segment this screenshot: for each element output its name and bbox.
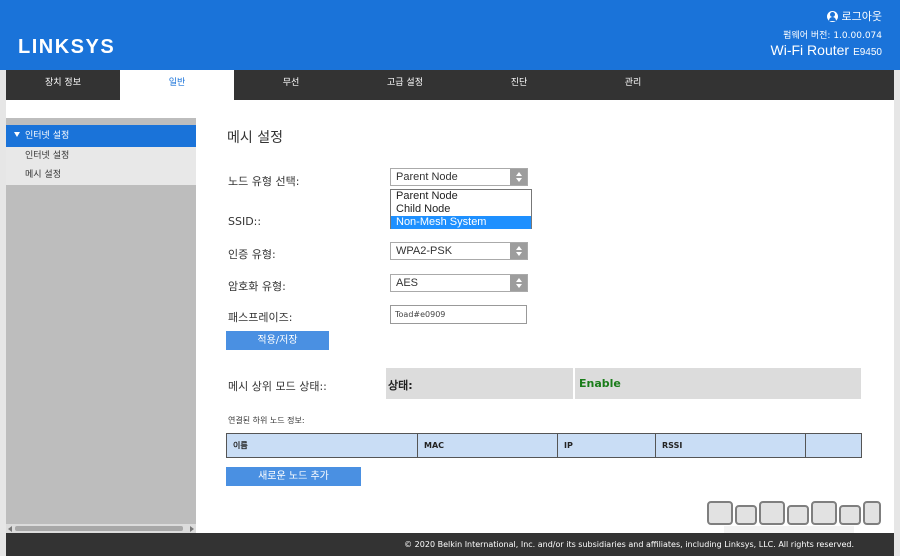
logout-label: 로그아웃 <box>841 10 882 23</box>
tab-wireless[interactable]: 무선 <box>234 70 348 100</box>
status-key: 상태: <box>388 379 413 392</box>
tab-general[interactable]: 일반 <box>120 70 234 100</box>
page-title: 메시 설정 <box>227 130 283 146</box>
apply-save-button[interactable]: 적용/저장 <box>226 331 329 350</box>
linksys-logo: LINKSYS <box>18 36 116 58</box>
sidebar-item-internet[interactable]: 인터넷 설정 <box>6 147 196 166</box>
node-type-dropdown: Parent Node Child Node Non-Mesh System <box>390 189 532 229</box>
child-node-info-label: 연결된 하위 노드 정보: <box>228 416 305 425</box>
firmware-version: 펌웨어 버전: 1.0.00.074 <box>783 31 882 41</box>
sidebar-section-label: 인터넷 설정 <box>25 131 70 141</box>
col-ip: IP <box>558 434 656 457</box>
child-node-table: 이름 MAC IP RSSI <box>226 433 862 458</box>
header: LINKSYS 로그아웃 펌웨어 버전: 1.0.00.074 Wi-Fi Ro… <box>0 0 900 70</box>
sidebar: 인터넷 설정 인터넷 설정 메시 설정 <box>6 118 196 533</box>
encryption-value: AES <box>396 277 419 289</box>
main-panel: 메시 설정 노드 유형 선택: Parent Node Parent Node … <box>196 118 894 533</box>
status-divider <box>573 368 575 399</box>
sidebar-section-internet[interactable]: 인터넷 설정 <box>6 125 196 147</box>
status-value: Enable <box>579 377 621 390</box>
add-node-button[interactable]: 새로운 노드 추가 <box>226 467 361 486</box>
encryption-select[interactable]: AES <box>390 274 528 292</box>
encryption-label: 암호화 유형: <box>228 280 286 293</box>
router-model: Wi-Fi Router E9450 <box>771 42 882 58</box>
ssid-label: SSID:: <box>228 215 262 228</box>
logout-link[interactable]: 로그아웃 <box>826 8 882 24</box>
passphrase-label: 패스프레이즈: <box>228 311 293 324</box>
option-non-mesh-system[interactable]: Non-Mesh System <box>391 216 531 229</box>
select-arrows-icon <box>510 169 527 185</box>
model-name: Wi-Fi Router <box>770 42 850 58</box>
model-number: E9450 <box>853 47 882 58</box>
sub-strip <box>6 100 894 118</box>
tab-admin[interactable]: 관리 <box>576 70 690 100</box>
footer-copyright: © 2020 Belkin International, Inc. and/or… <box>6 533 894 556</box>
col-action <box>806 434 861 457</box>
sidebar-item-mesh[interactable]: 메시 설정 <box>6 166 196 185</box>
scroll-thumb[interactable] <box>15 526 183 531</box>
node-type-select[interactable]: Parent Node <box>390 168 528 186</box>
mesh-status-label: 메시 상위 모드 상태:: <box>228 380 327 393</box>
select-arrows-icon <box>510 275 527 291</box>
col-rssi: RSSI <box>656 434 806 457</box>
passphrase-input[interactable]: Toad#e0909 <box>390 305 527 324</box>
chevron-down-icon <box>14 132 20 137</box>
auth-type-select[interactable]: WPA2-PSK <box>390 242 528 260</box>
main-nav: 장치 정보 일반 무선 고급 설정 진단 관리 <box>6 70 894 100</box>
node-type-label: 노드 유형 선택: <box>228 175 300 188</box>
option-parent-node[interactable]: Parent Node <box>391 190 531 203</box>
sidebar-submenu: 인터넷 설정 메시 설정 <box>6 147 196 185</box>
tab-diagnostics[interactable]: 진단 <box>462 70 576 100</box>
mesh-status-box: 상태: Enable <box>386 368 861 399</box>
sidebar-scrollbar[interactable] <box>6 524 196 533</box>
scroll-right-icon[interactable] <box>190 526 194 532</box>
auth-type-value: WPA2-PSK <box>396 245 453 257</box>
node-type-value: Parent Node <box>396 171 458 183</box>
option-child-node[interactable]: Child Node <box>391 203 531 216</box>
col-name: 이름 <box>227 434 418 457</box>
auth-type-label: 인증 유형: <box>228 248 276 261</box>
user-icon <box>826 10 838 22</box>
tab-advanced[interactable]: 고급 설정 <box>348 70 462 100</box>
tab-device-info[interactable]: 장치 정보 <box>6 70 120 100</box>
scroll-left-icon[interactable] <box>8 526 12 532</box>
select-arrows-icon <box>510 243 527 259</box>
col-mac: MAC <box>418 434 558 457</box>
